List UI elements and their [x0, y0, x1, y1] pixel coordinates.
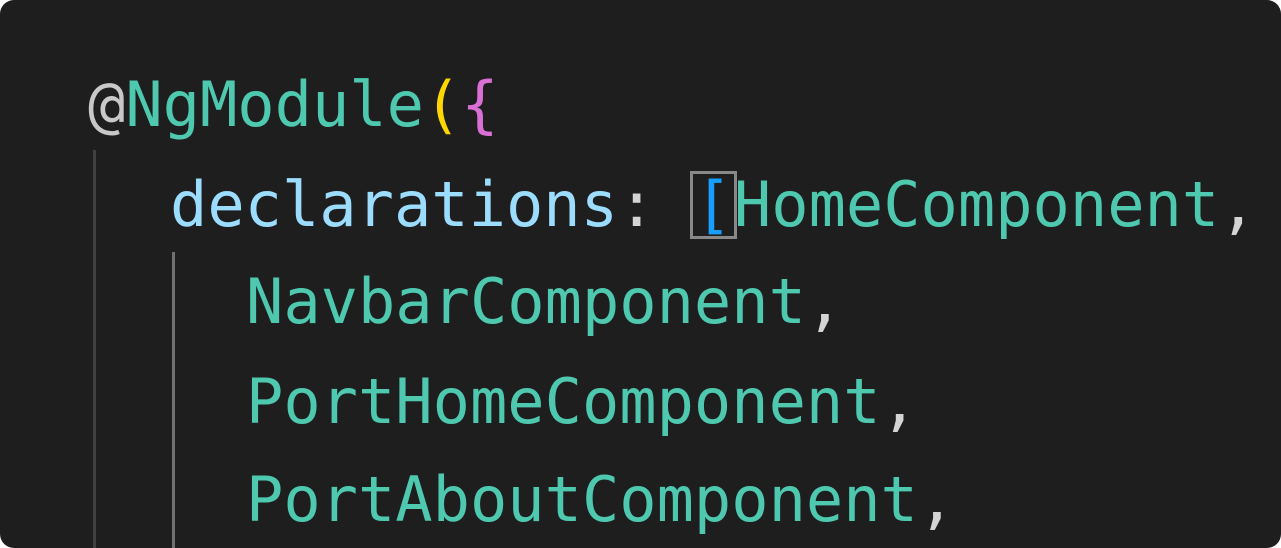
class-port-home-component: PortHomeComponent	[246, 365, 881, 438]
class-navbar-component: NavbarComponent	[246, 265, 806, 338]
class-home-component: HomeComponent	[733, 168, 1220, 241]
property-declarations: declarations	[170, 168, 618, 241]
code-line-5[interactable]: PortAboutComponent,	[246, 450, 955, 548]
comma: ,	[805, 265, 844, 338]
paren-open: (	[423, 68, 462, 141]
decorator-at-sign: @	[88, 68, 126, 141]
code-line-2[interactable]: declarations: [HomeComponent,	[170, 155, 1257, 255]
code-line-1[interactable]: @ NgModule({	[88, 55, 499, 155]
decorator-name: NgModule	[125, 68, 424, 141]
bracket-open-highlighted: [	[689, 168, 737, 241]
comma: ,	[1219, 168, 1257, 241]
comma: ,	[880, 365, 918, 438]
indent-guide-level-1	[93, 150, 96, 548]
class-port-about-component: PortAboutComponent	[246, 463, 918, 536]
indent-guide-level-2	[172, 252, 175, 548]
code-editor[interactable]: @ NgModule({ declarations: [HomeComponent…	[0, 0, 1281, 548]
brace-open: {	[461, 68, 499, 141]
colon: :	[617, 168, 693, 241]
comma: ,	[917, 463, 956, 536]
code-line-4[interactable]: PortHomeComponent,	[246, 352, 918, 452]
code-line-3[interactable]: NavbarComponent,	[246, 252, 843, 352]
